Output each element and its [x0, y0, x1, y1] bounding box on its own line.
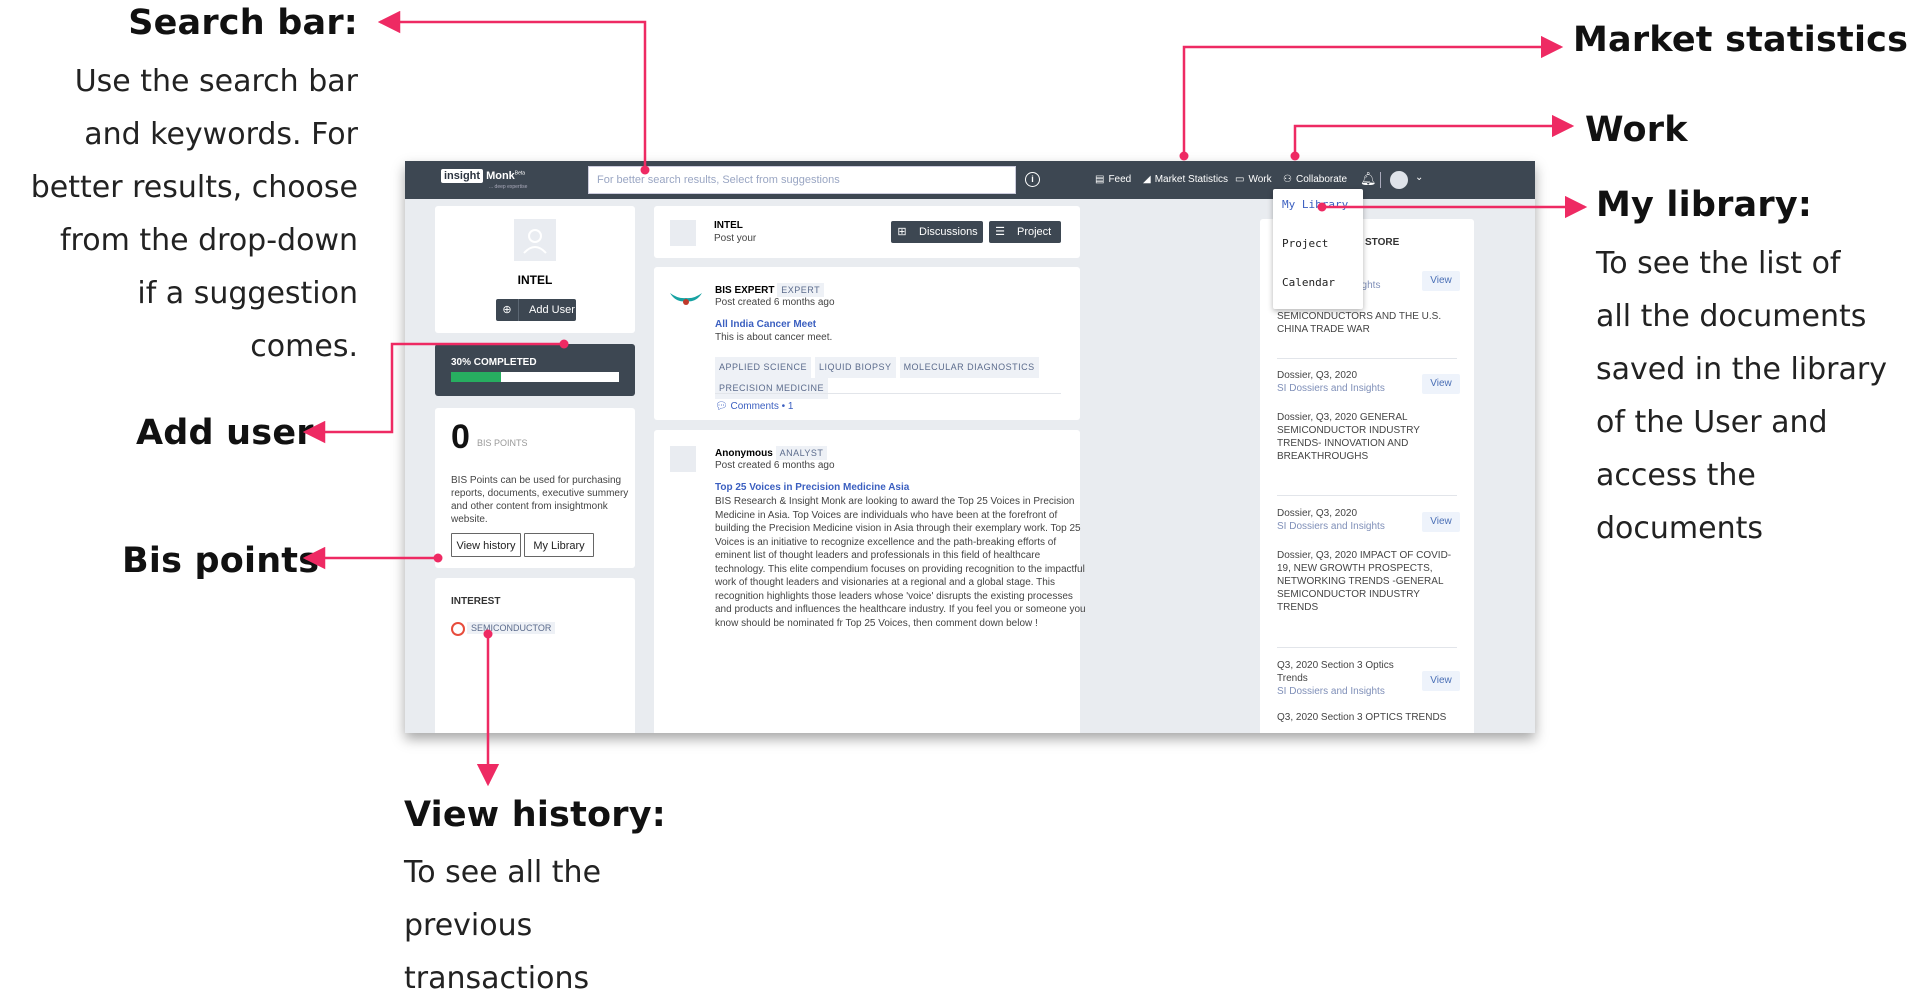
- connector-dots: [433, 151, 1327, 639]
- market-statistics-connector: [1182, 35, 1564, 156]
- annotation-connectors: [302, 10, 1588, 787]
- add-user-connector: [302, 342, 564, 444]
- connector-lines: [302, 10, 1588, 787]
- search-bar-connector: [377, 10, 647, 170]
- work-connector: [1293, 114, 1575, 156]
